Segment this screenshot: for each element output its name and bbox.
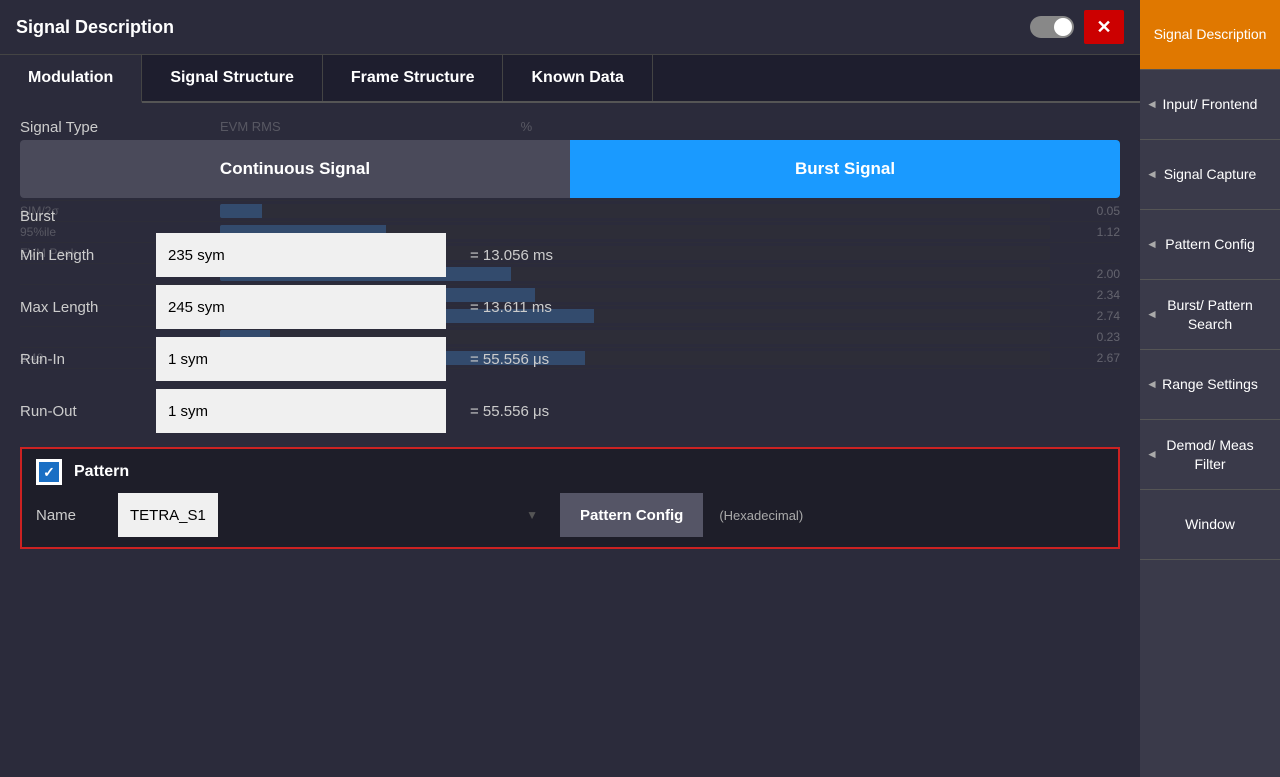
sidebar-item-input-frontend[interactable]: ◄ Input/ Frontend — [1140, 70, 1280, 140]
pattern-label: Pattern — [74, 463, 129, 481]
max-length-computed: = 13.611 ms — [470, 299, 552, 316]
sidebar-arrow-icon: ◄ — [1146, 167, 1158, 183]
pattern-checkbox[interactable]: ✓ — [36, 459, 62, 485]
burst-signal-button[interactable]: Burst Signal — [570, 140, 1120, 198]
toggle-switch[interactable] — [1030, 16, 1074, 38]
sidebar-arrow-icon: ◄ — [1146, 377, 1158, 393]
run-out-label: Run-Out — [20, 403, 140, 420]
run-in-row: Run-In = 55.556 μs — [20, 337, 1120, 381]
sidebar-arrow-icon: ◄ — [1146, 307, 1158, 323]
signal-type-label: Signal Type — [20, 119, 1120, 136]
sidebar-item-label: Window — [1185, 515, 1235, 533]
signal-description-dialog: Signal Description ✕ Modulation Signal S… — [0, 0, 1140, 777]
tab-known-data[interactable]: Known Data — [503, 55, 652, 101]
pattern-name-select-wrapper: TETRA_S1 — [118, 493, 548, 537]
max-length-input[interactable] — [156, 285, 446, 329]
pattern-config-button[interactable]: Pattern Config — [560, 493, 703, 537]
sidebar-arrow-icon: ◄ — [1146, 447, 1158, 463]
sidebar-item-range-settings[interactable]: ◄ Range Settings — [1140, 350, 1280, 420]
title-bar-left: Signal Description — [16, 17, 174, 38]
tab-modulation[interactable]: Modulation — [0, 55, 142, 103]
signal-type-buttons: Continuous Signal Burst Signal — [20, 140, 1120, 198]
min-length-input[interactable] — [156, 233, 446, 277]
run-out-input[interactable] — [156, 389, 446, 433]
sidebar-item-signal-description[interactable]: Signal Description — [1140, 0, 1280, 70]
content-area: EVM RMS % Current 0.98 1.04 1.13 SIM/2σ — [0, 103, 1140, 777]
sidebar-item-label: Signal Description — [1154, 25, 1267, 43]
close-button[interactable]: ✕ — [1084, 10, 1124, 44]
min-length-row: Min Length = 13.056 ms — [20, 233, 1120, 277]
sidebar-item-burst-pattern-search[interactable]: ◄ Burst/ Pattern Search — [1140, 280, 1280, 350]
sidebar-item-label: Input/ Frontend — [1163, 95, 1258, 113]
right-sidebar: Signal Description ◄ Input/ Frontend ◄ S… — [1140, 0, 1280, 777]
pattern-name-row: Name TETRA_S1 Pattern Config (Hexadecima… — [36, 493, 1104, 537]
sidebar-item-pattern-config[interactable]: ◄ Pattern Config — [1140, 210, 1280, 280]
tab-signal-structure[interactable]: Signal Structure — [142, 55, 323, 101]
sidebar-item-label: Pattern Config — [1165, 235, 1255, 253]
run-out-row: Run-Out = 55.556 μs — [20, 389, 1120, 433]
pattern-name-label: Name — [36, 507, 106, 524]
sidebar-item-label: Signal Capture — [1164, 165, 1257, 183]
max-length-row: Max Length = 13.611 ms — [20, 285, 1120, 329]
burst-label: Burst — [20, 208, 1120, 225]
signal-type-section: Signal Type Continuous Signal Burst Sign… — [20, 119, 1120, 198]
burst-section: Burst Min Length = 13.056 ms Max Length … — [20, 208, 1120, 433]
fg-content: Signal Type Continuous Signal Burst Sign… — [20, 119, 1120, 549]
pattern-section: ✓ Pattern Name TETRA_S1 Pattern Config (… — [20, 447, 1120, 549]
continuous-signal-button[interactable]: Continuous Signal — [20, 140, 570, 198]
sidebar-item-signal-capture[interactable]: ◄ Signal Capture — [1140, 140, 1280, 210]
checkmark-icon: ✓ — [39, 462, 59, 482]
run-out-computed: = 55.556 μs — [470, 403, 549, 420]
tab-frame-structure[interactable]: Frame Structure — [323, 55, 504, 101]
min-length-computed: = 13.056 ms — [470, 247, 553, 264]
sidebar-item-window[interactable]: Window — [1140, 490, 1280, 560]
sidebar-item-label: Demod/ Meas Filter — [1150, 436, 1270, 472]
sidebar-item-demod-meas-filter[interactable]: ◄ Demod/ Meas Filter — [1140, 420, 1280, 490]
sidebar-item-label: Range Settings — [1162, 375, 1258, 393]
pattern-header: ✓ Pattern — [36, 459, 1104, 485]
sidebar-arrow-icon: ◄ — [1146, 237, 1158, 253]
title-bar: Signal Description ✕ — [0, 0, 1140, 55]
sidebar-item-label: Burst/ Pattern Search — [1150, 296, 1270, 332]
max-length-label: Max Length — [20, 299, 140, 316]
run-in-input[interactable] — [156, 337, 446, 381]
min-length-label: Min Length — [20, 247, 140, 264]
dialog-title: Signal Description — [16, 17, 174, 38]
run-in-label: Run-In — [20, 351, 140, 368]
tabs-bar: Modulation Signal Structure Frame Struct… — [0, 55, 1140, 103]
run-in-computed: = 55.556 μs — [470, 351, 549, 368]
sidebar-arrow-icon: ◄ — [1146, 97, 1158, 113]
pattern-name-select[interactable]: TETRA_S1 — [118, 493, 218, 537]
hex-label: (Hexadecimal) — [719, 508, 803, 523]
